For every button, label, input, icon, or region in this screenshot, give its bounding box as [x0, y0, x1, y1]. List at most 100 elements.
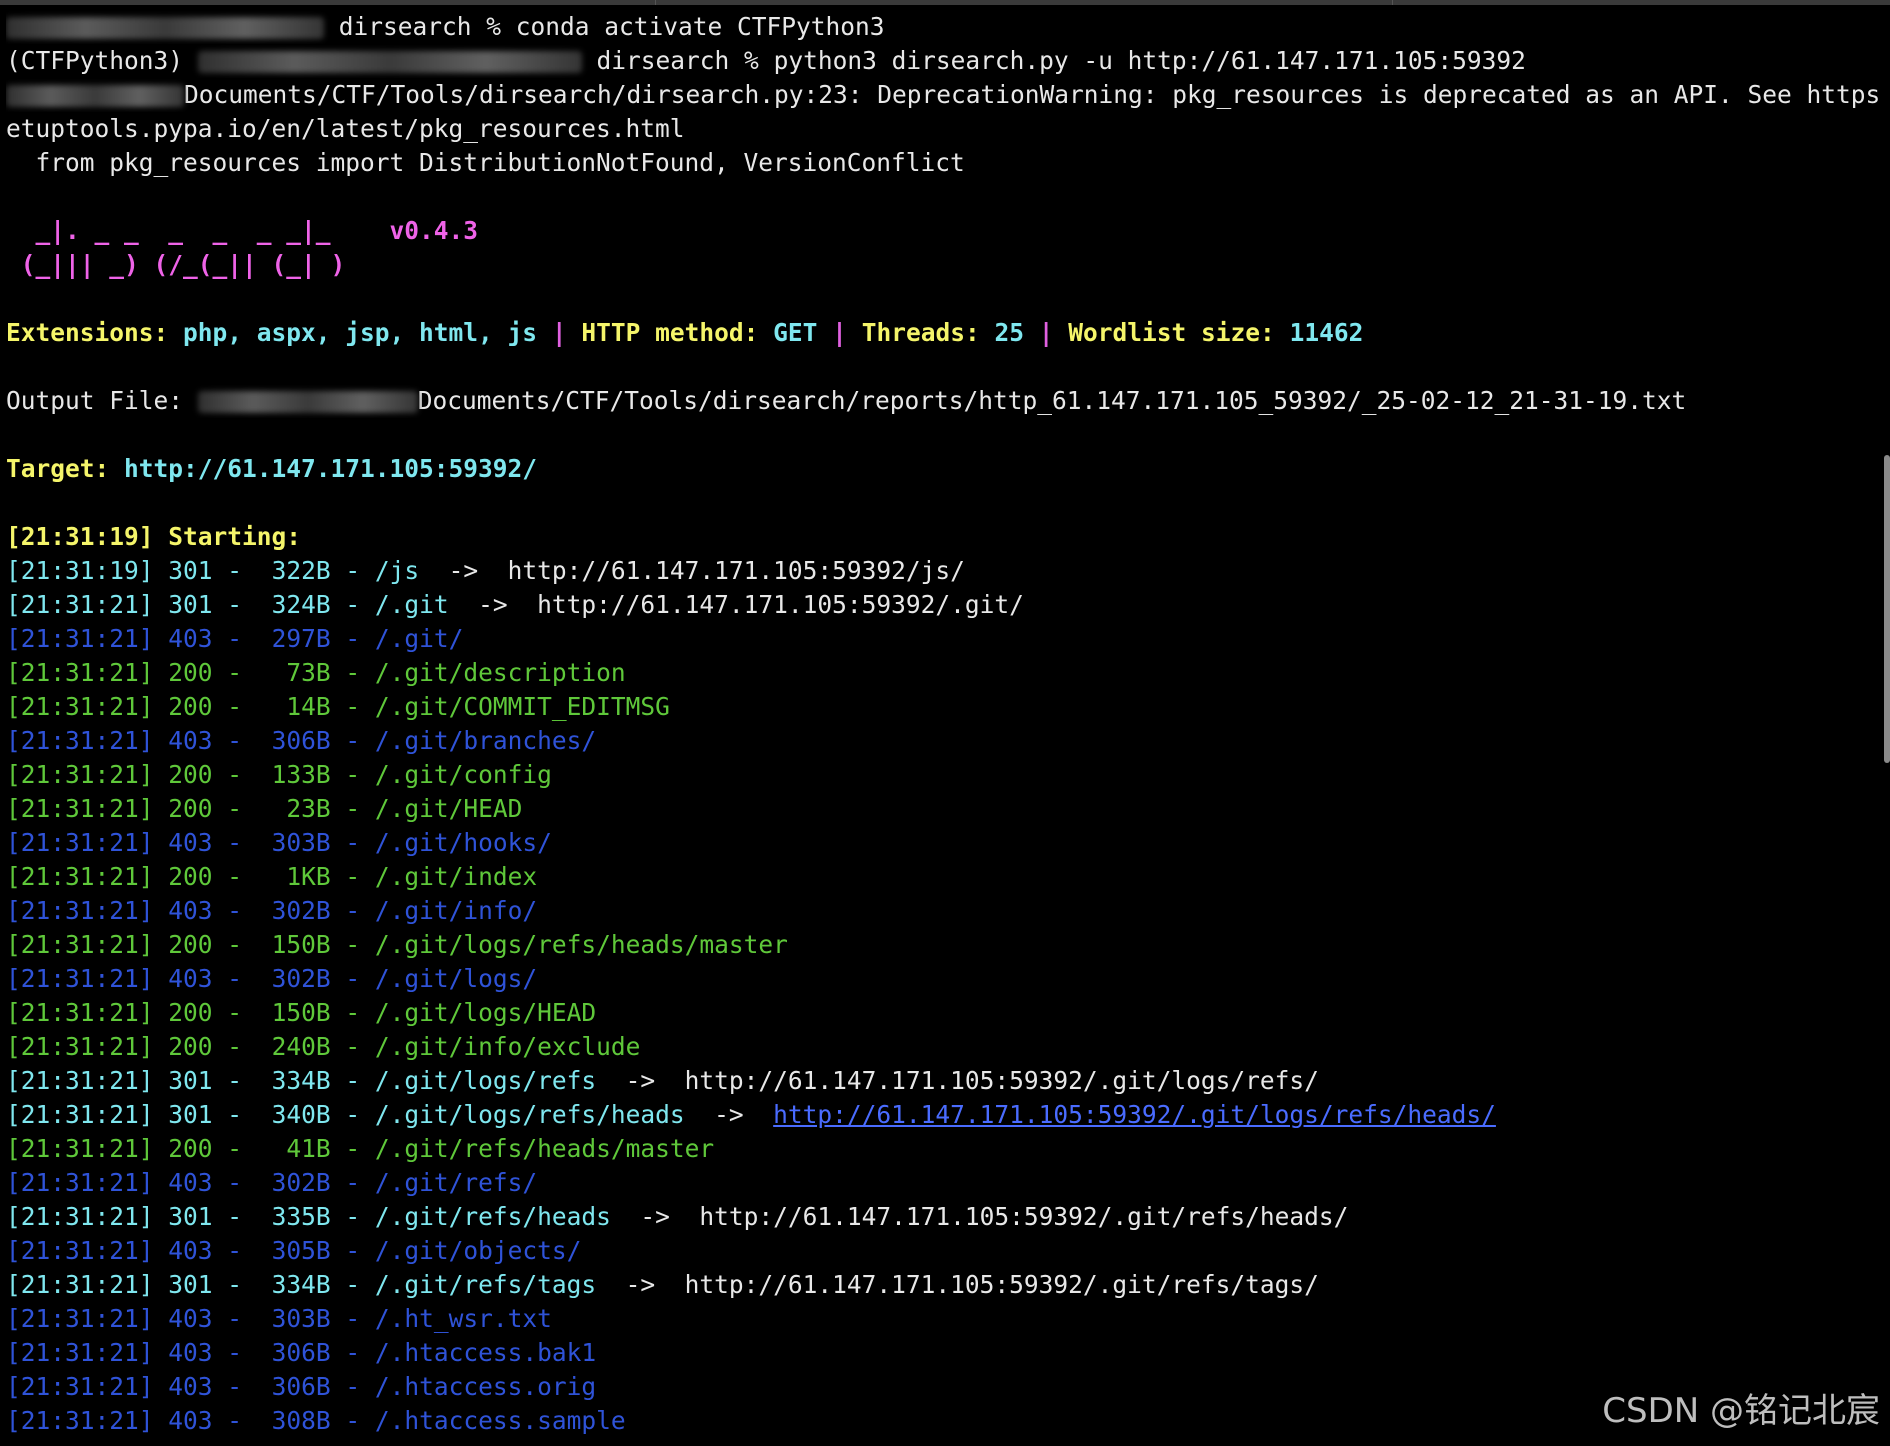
redirect-url: http://61.147.171.105:59392/js/: [507, 556, 965, 585]
result-separator: -: [212, 1338, 257, 1367]
redirect-arrow: ->: [625, 1066, 656, 1095]
result-status: 200: [168, 760, 213, 789]
result-row: [21:31:21] 301 - 340B - /.git/logs/refs/…: [6, 1098, 1882, 1132]
result-size: 150B: [256, 930, 331, 959]
result-separator: -: [330, 1236, 375, 1265]
result-timestamp: [21:31:21]: [6, 930, 154, 959]
result-row: [21:31:21] 200 - 41B - /.git/refs/heads/…: [6, 1132, 1882, 1166]
wordlist-label: Wordlist size:: [1068, 318, 1275, 347]
result-separator: -: [212, 1270, 257, 1299]
result-path: /.htaccess.sample: [374, 1406, 626, 1435]
result-status: 403: [168, 896, 213, 925]
threads-value: 25: [994, 318, 1024, 347]
result-status: 301: [168, 1270, 213, 1299]
result-timestamp: [21:31:21]: [6, 1270, 154, 1299]
result-row: [21:31:21] 403 - 302B - /.git/logs/: [6, 962, 1882, 996]
result-separator: -: [212, 862, 257, 891]
result-path: /.htaccess.bak1: [374, 1338, 597, 1367]
result-path: /js: [374, 556, 420, 585]
result-status: 301: [168, 1100, 213, 1129]
banner-line: (_||| _) (/_(_|| (_| ): [6, 250, 346, 279]
result-status: 200: [168, 1134, 213, 1163]
result-path: /.git/logs/HEAD: [374, 998, 597, 1027]
warning-line: from pkg_resources import DistributionNo…: [6, 148, 965, 177]
result-status: 301: [168, 556, 213, 585]
result-row: [21:31:21] 403 - 308B - /.htaccess.sampl…: [6, 1404, 1882, 1438]
result-separator: -: [212, 1372, 257, 1401]
result-row: [21:31:21] 403 - 303B - /.ht_wsr.txt: [6, 1302, 1882, 1336]
prompt-dir: dirsearch %: [338, 12, 502, 41]
result-status: 403: [168, 828, 213, 857]
banner-art: _|. _ _ _ _ _ _|_: [6, 216, 331, 245]
result-row: [21:31:21] 200 - 150B - /.git/logs/refs/…: [6, 928, 1882, 962]
output-path: Documents/CTF/Tools/dirsearch/reports/ht…: [417, 386, 1687, 415]
result-timestamp: [21:31:21]: [6, 1236, 154, 1265]
result-path: /.git/description: [374, 658, 626, 687]
result-separator: -: [330, 828, 375, 857]
extensions-value: php, aspx, jsp, html, js: [183, 318, 538, 347]
result-size: 306B: [256, 1338, 331, 1367]
result-status: 403: [168, 1338, 213, 1367]
redacted-hostname: [6, 17, 324, 39]
target-line: Target: http://61.147.171.105:59392/: [6, 452, 1882, 486]
result-size: 1KB: [256, 862, 331, 891]
result-separator: -: [330, 1202, 375, 1231]
result-size: 324B: [256, 590, 331, 619]
terminal-scrollbar[interactable]: [1884, 455, 1890, 763]
method-value: GET: [773, 318, 818, 347]
result-row: [21:31:21] 403 - 303B - /.git/hooks/: [6, 826, 1882, 860]
result-size: 302B: [256, 896, 331, 925]
result-status: 200: [168, 1032, 213, 1061]
result-timestamp: [21:31:21]: [6, 1304, 154, 1333]
result-row: [21:31:21] 301 - 334B - /.git/refs/tags …: [6, 1268, 1882, 1302]
result-separator: -: [330, 896, 375, 925]
result-separator: -: [212, 658, 257, 687]
result-size: 23B: [256, 794, 331, 823]
result-path: /.git/hooks/: [374, 828, 552, 857]
result-path: /.git/branches/: [374, 726, 597, 755]
result-separator: -: [212, 1304, 257, 1333]
result-separator: -: [212, 726, 257, 755]
result-row: [21:31:21] 403 - 302B - /.git/refs/: [6, 1166, 1882, 1200]
result-path: /.git/refs/tags: [374, 1270, 597, 1299]
result-status: 403: [168, 964, 213, 993]
result-timestamp: [21:31:21]: [6, 760, 154, 789]
result-row: [21:31:21] 200 - 14B - /.git/COMMIT_EDIT…: [6, 690, 1882, 724]
result-separator: -: [212, 998, 257, 1027]
redirect-url: http://61.147.171.105:59392/.git/: [537, 590, 1024, 619]
result-path: /.git/refs/: [374, 1168, 538, 1197]
result-size: 303B: [256, 828, 331, 857]
result-status: 200: [168, 862, 213, 891]
result-timestamp: [21:31:21]: [6, 658, 154, 687]
redirect-url[interactable]: http://61.147.171.105:59392/.git/logs/re…: [773, 1100, 1496, 1129]
result-timestamp: [21:31:21]: [6, 1202, 154, 1231]
result-row: [21:31:21] 200 - 1KB - /.git/index: [6, 860, 1882, 894]
banner-version: v0.4.3: [389, 216, 479, 245]
result-size: 41B: [256, 1134, 331, 1163]
result-row: [21:31:21] 403 - 302B - /.git/info/: [6, 894, 1882, 928]
result-separator: -: [212, 896, 257, 925]
result-size: 340B: [256, 1100, 331, 1129]
terminal-output[interactable]: dirsearch % conda activate CTFPython3 (C…: [6, 10, 1882, 1446]
watermark: CSDN @铭记北宸: [1602, 1391, 1880, 1431]
result-separator: -: [330, 1100, 375, 1129]
result-row: [21:31:21] 301 - 335B - /.git/refs/heads…: [6, 1200, 1882, 1234]
result-status: 200: [168, 692, 213, 721]
result-timestamp: [21:31:21]: [6, 1372, 154, 1401]
result-size: 240B: [256, 1032, 331, 1061]
result-path: /.git/objects/: [374, 1236, 582, 1265]
result-timestamp: [21:31:21]: [6, 896, 154, 925]
result-path: /.git/logs/refs/heads/master: [374, 930, 788, 959]
result-status: 301: [168, 1202, 213, 1231]
result-size: 302B: [256, 964, 331, 993]
result-path: /.git: [374, 590, 449, 619]
threads-label: Threads:: [861, 318, 980, 347]
result-size: 14B: [256, 692, 331, 721]
result-timestamp: [21:31:21]: [6, 1100, 154, 1129]
result-separator: -: [330, 862, 375, 891]
result-status: 403: [168, 1304, 213, 1333]
result-size: 335B: [256, 1202, 331, 1231]
